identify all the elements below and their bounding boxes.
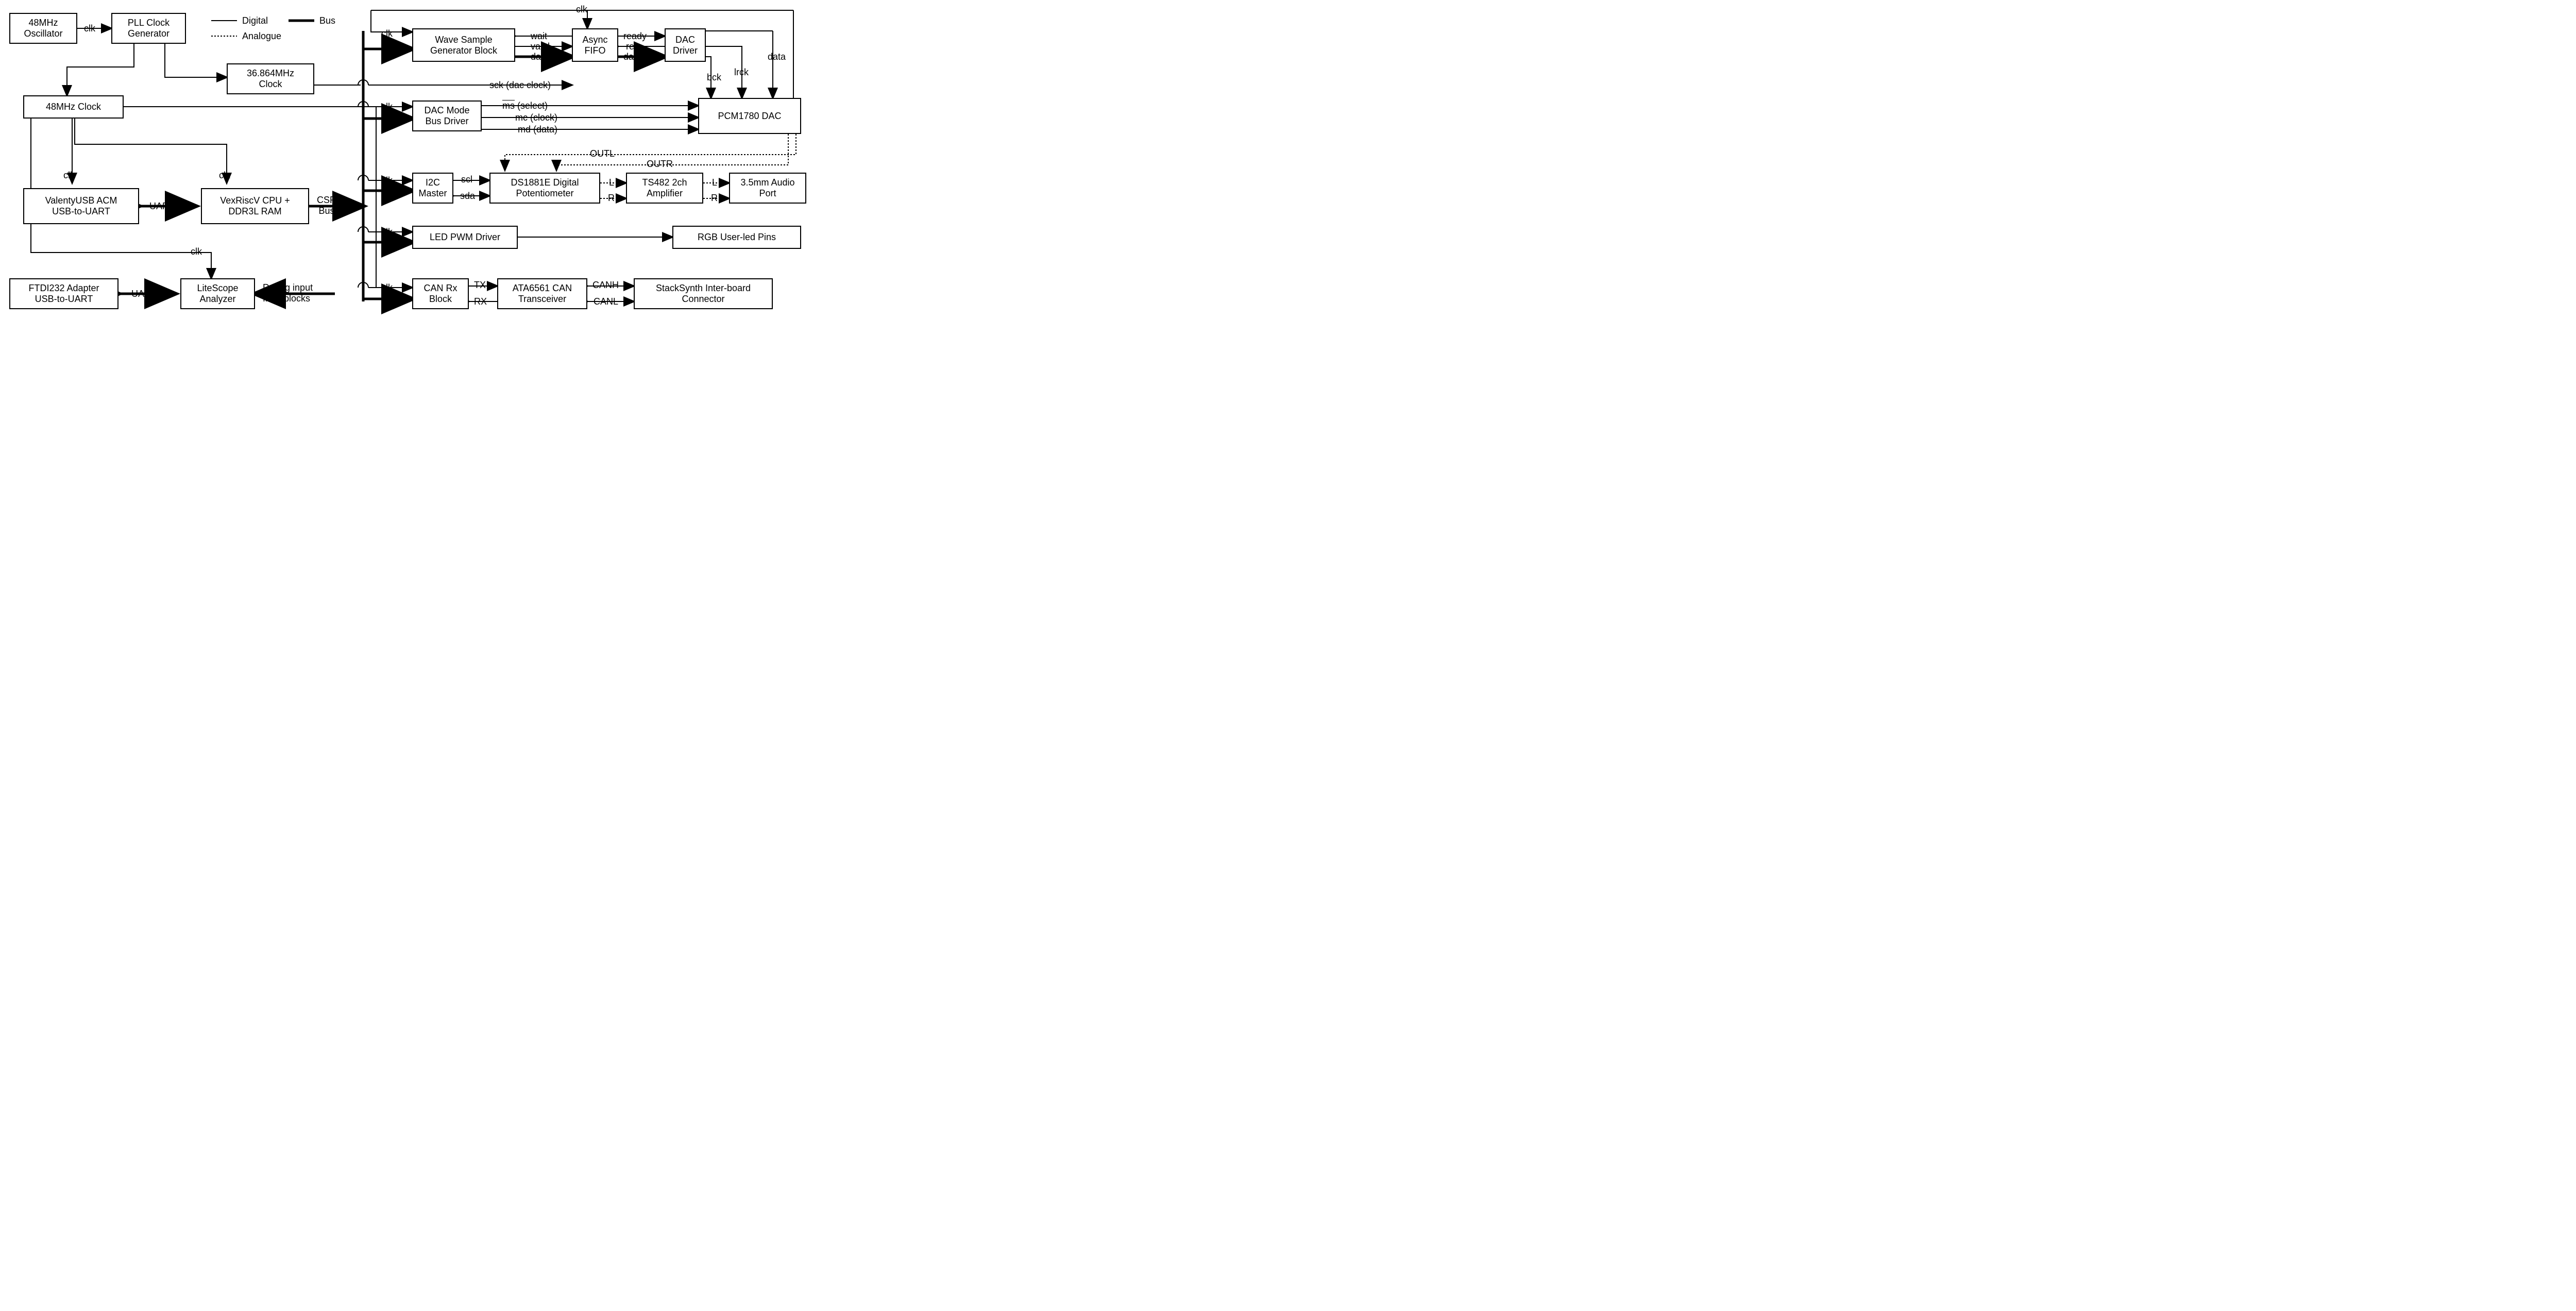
lbl-data-dac: data (623, 52, 641, 62)
block-dacdriver: DACDriver (665, 28, 706, 62)
lbl-clk-wavegen: clk (381, 28, 393, 39)
lbl-clk-asyncfifo: clk (576, 4, 587, 15)
block-osc48: 48MHzOscillator (9, 13, 77, 44)
text: ValentyUSB ACMUSB-to-UART (45, 195, 117, 217)
ms-suffix: (select) (515, 100, 548, 111)
text: RGB User-led Pins (698, 232, 776, 243)
lbl-canh: CANH (592, 280, 619, 291)
lbl-outl: OUTL (590, 148, 615, 159)
block-clk48: 48MHz Clock (23, 95, 124, 119)
text: LED PWM Driver (430, 232, 500, 243)
block-dacmode: DAC ModeBus Driver (412, 100, 482, 131)
block-ftdi232: FTDI232 AdapterUSB-to-UART (9, 278, 118, 309)
lbl-clk-dacmode: clk (381, 102, 393, 112)
lbl-wait: wait (531, 31, 547, 42)
text: DACDriver (673, 35, 698, 56)
lbl-debug: Debug inputfrom blocks (263, 282, 313, 304)
block-ata6561: ATA6561 CANTransceiver (497, 278, 587, 309)
lbl-req: req (626, 41, 639, 52)
block-wavegen: Wave SampleGenerator Block (412, 28, 515, 62)
lbl-mc: mc (clock) (515, 112, 557, 123)
text: PCM1780 DAC (718, 111, 781, 122)
lbl-ready: ready (623, 31, 647, 42)
text: ATA6561 CANTransceiver (513, 283, 572, 305)
block-ts482: TS482 2chAmplifier (626, 173, 703, 204)
text: 48MHz Clock (46, 102, 101, 112)
lbl-lrck: lrck (734, 67, 749, 78)
block-vexriscv: VexRiscV CPU +DDR3L RAM (201, 188, 309, 224)
legend-analogue: Analogue (242, 31, 281, 42)
lbl-clk-osc-pll: clk (84, 23, 95, 34)
text: 3.5mm AudioPort (740, 177, 794, 199)
lbl-ds-R: R (608, 193, 615, 204)
lbl-sck: sck (dac clock) (489, 80, 551, 91)
text: DAC ModeBus Driver (424, 105, 469, 127)
lbl-clk-ledpwm: clk (381, 227, 393, 238)
text: TS482 2chAmplifier (642, 177, 687, 199)
lbl-rx: RX (474, 296, 487, 307)
lbl-scl: scl (461, 174, 472, 185)
text: Wave SampleGenerator Block (430, 35, 497, 56)
text: FTDI232 AdapterUSB-to-UART (28, 283, 99, 305)
block-ledpwm: LED PWM Driver (412, 226, 518, 249)
legend-bus: Bus (319, 15, 335, 26)
lbl-data-pcm: data (768, 52, 786, 62)
block-audiojack: 3.5mm AudioPort (729, 173, 806, 204)
legend-digital: Digital (242, 15, 268, 26)
lbl-tx: TX (474, 280, 486, 291)
block-rgbpins: RGB User-led Pins (672, 226, 801, 249)
block-pll: PLL ClockGenerator (111, 13, 186, 44)
lbl-canl: CANL (594, 296, 618, 307)
text: StackSynth Inter-boardConnector (656, 283, 751, 305)
lbl-ds-L: L (609, 177, 614, 188)
block-valentyusb: ValentyUSB ACMUSB-to-UART (23, 188, 139, 224)
block-i2c: I2CMaster (412, 173, 453, 204)
lbl-uart-valenty: UART (149, 201, 175, 212)
text: 36.864MHzClock (247, 68, 294, 90)
text: CAN RxBlock (423, 283, 457, 305)
text: AsyncFIFO (582, 35, 607, 56)
block-pcm1780: PCM1780 DAC (698, 98, 801, 134)
text: I2CMaster (418, 177, 447, 199)
lbl-sda: sda (460, 191, 475, 201)
lbl-bck: bck (707, 72, 721, 83)
lbl-ms: ms (select) (502, 100, 548, 111)
lbl-outr: OUTR (647, 159, 673, 170)
ms-text: ms (502, 100, 515, 111)
text: PLL ClockGenerator (128, 18, 170, 39)
text: LiteScopeAnalyzer (197, 283, 238, 305)
lbl-clk-litescope: clk (191, 246, 202, 257)
block-stacksynth: StackSynth Inter-boardConnector (634, 278, 773, 309)
block-canrx: CAN RxBlock (412, 278, 469, 309)
text: VexRiscV CPU +DDR3L RAM (220, 195, 290, 217)
text: DS1881E DigitalPotentiometer (511, 177, 579, 199)
lbl-clk-can: clk (381, 282, 393, 293)
lbl-md: md (data) (518, 124, 557, 135)
lbl-data-fifo: data (531, 52, 549, 62)
block-clk36: 36.864MHzClock (227, 63, 314, 94)
text: 48MHzOscillator (24, 18, 62, 39)
block-ds1881: DS1881E DigitalPotentiometer (489, 173, 600, 204)
lbl-ts-L: L (712, 177, 717, 188)
lbl-clk-valenty: clk (63, 170, 75, 181)
block-litescope: LiteScopeAnalyzer (180, 278, 255, 309)
lbl-uart-ftdi: UART (131, 289, 157, 299)
lbl-clk-vex: clk (219, 170, 230, 181)
lbl-valid: valid (531, 41, 550, 52)
lbl-clk-i2c: clk (381, 175, 393, 186)
lbl-ts-R: R (711, 193, 718, 204)
lbl-csrbus: CSRBus (317, 195, 336, 216)
block-asyncfifo: AsyncFIFO (572, 28, 618, 62)
